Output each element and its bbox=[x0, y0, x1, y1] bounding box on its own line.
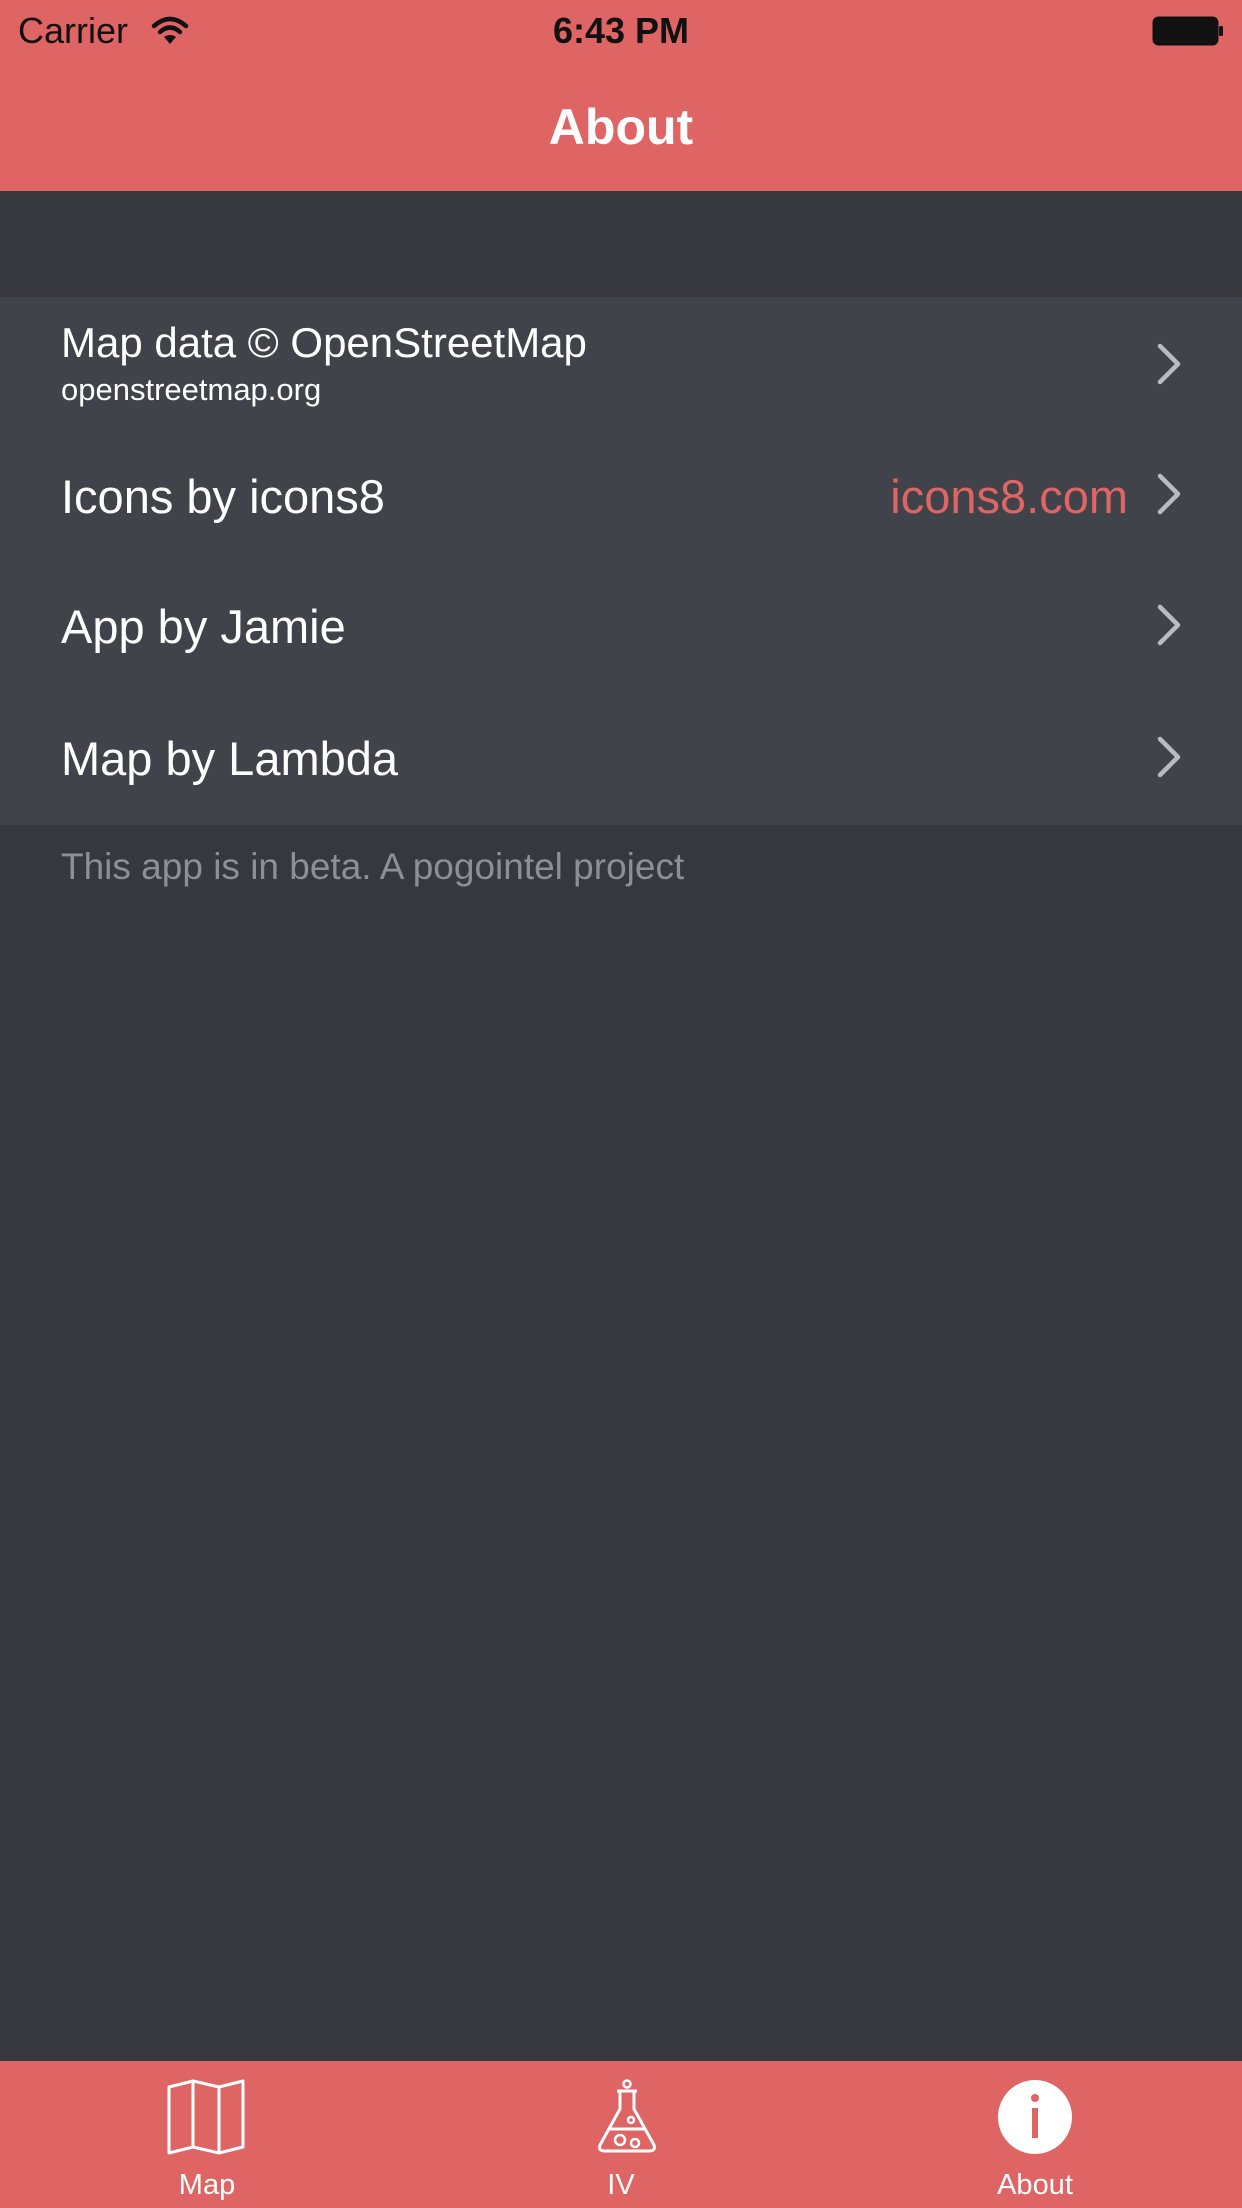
list-item-title: Icons by icons8 bbox=[61, 470, 385, 523]
status-bar: Carrier 6:43 PM bbox=[0, 0, 1242, 60]
chevron-right-icon bbox=[1157, 604, 1181, 646]
list-item-app-by[interactable]: App by Jamie bbox=[0, 561, 1242, 693]
flask-icon bbox=[598, 2079, 656, 2153]
list-item-openstreetmap[interactable]: Map data © OpenStreetMap openstreetmap.o… bbox=[0, 297, 1242, 429]
map-icon bbox=[167, 2079, 245, 2155]
chevron-right-icon bbox=[1157, 343, 1181, 385]
list-item-icons8[interactable]: Icons by icons8 icons8.com bbox=[0, 429, 1242, 561]
info-icon bbox=[998, 2080, 1072, 2154]
list-item-title: Map data © OpenStreetMap bbox=[61, 319, 587, 366]
tab-label: IV bbox=[607, 2169, 635, 2201]
tab-about[interactable]: About bbox=[828, 2061, 1242, 2208]
tab-label: Map bbox=[178, 2169, 236, 2201]
tab-label: About bbox=[997, 2169, 1073, 2201]
tab-bar: Map IV About bbox=[0, 2061, 1242, 2208]
battery-icon bbox=[1152, 16, 1223, 46]
navigation-header: Carrier 6:43 PM About bbox=[0, 0, 1242, 191]
list-item-map-by[interactable]: Map by Lambda bbox=[0, 693, 1242, 825]
clock: 6:43 PM bbox=[552, 10, 690, 51]
tab-map[interactable]: Map bbox=[0, 2061, 414, 2208]
chevron-right-icon bbox=[1157, 736, 1181, 778]
page-title: About bbox=[548, 99, 694, 155]
list-item-title: App by Jamie bbox=[61, 600, 346, 653]
list-item-link[interactable]: icons8.com bbox=[890, 469, 1128, 524]
beta-note: This app is in beta. A pogointel project bbox=[61, 846, 685, 887]
tab-iv[interactable]: IV bbox=[414, 2061, 828, 2208]
list-item-title: Map by Lambda bbox=[61, 732, 399, 785]
about-list: Map data © OpenStreetMap openstreetmap.o… bbox=[0, 297, 1242, 825]
chevron-right-icon bbox=[1157, 473, 1181, 515]
list-item-subtitle: openstreetmap.org bbox=[61, 372, 322, 407]
